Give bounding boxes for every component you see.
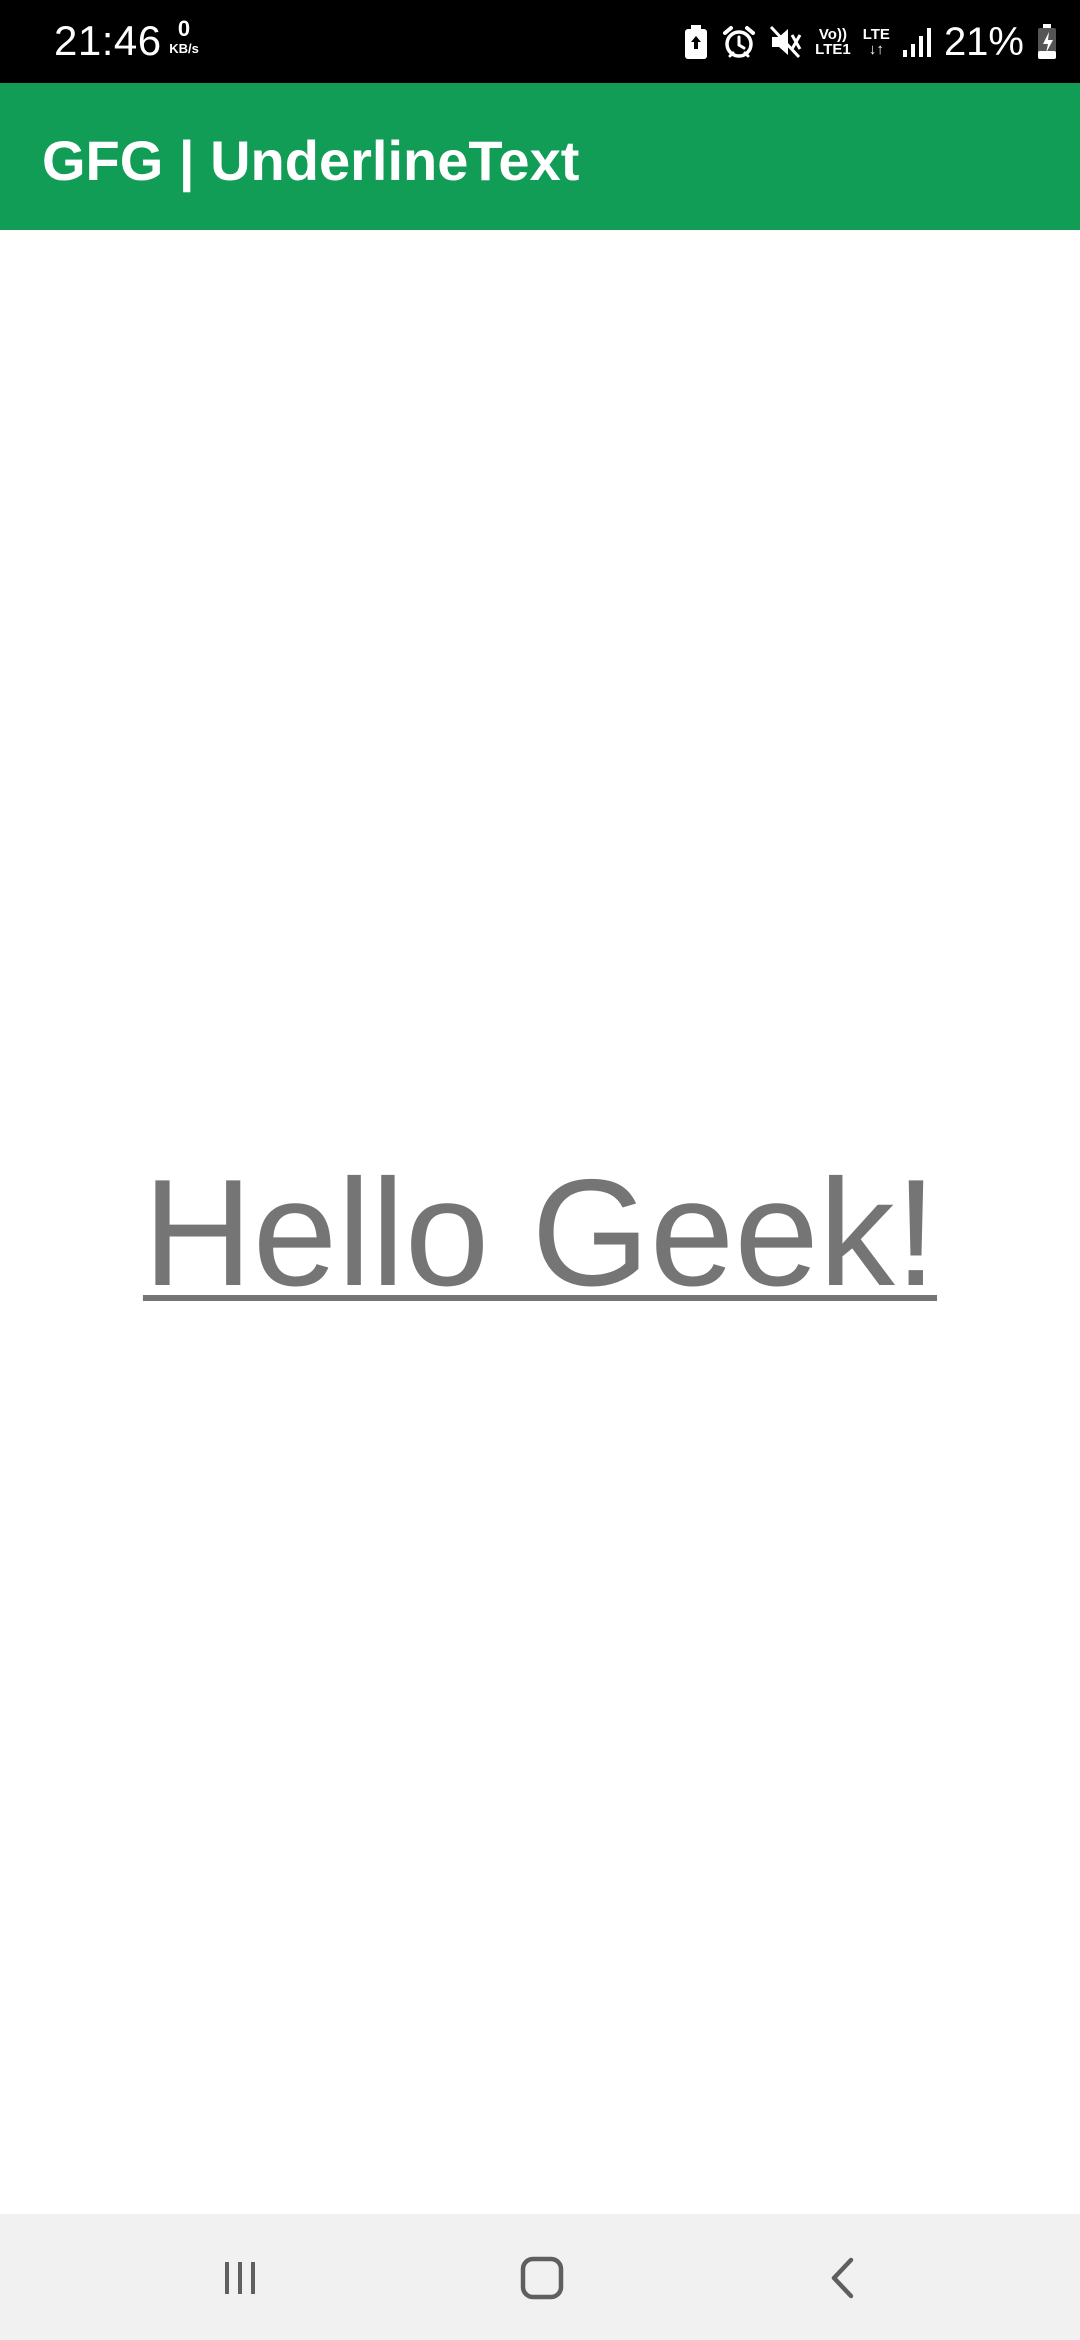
- back-button[interactable]: [804, 2238, 884, 2318]
- status-icons: Vo)) LTE1 LTE ↓↑ 21%: [683, 0, 1058, 83]
- battery-saver-icon: [683, 24, 709, 60]
- back-icon: [831, 2257, 854, 2299]
- data-speed: 0 KB/s: [164, 16, 204, 56]
- recent-apps-button[interactable]: [200, 2238, 280, 2318]
- status-time: 21:46: [54, 17, 162, 64]
- status-bar: 21:46 0 KB/s Vo)) LTE1 LTE ↓↑ 21%: [0, 0, 1080, 83]
- home-icon: [520, 2256, 564, 2300]
- underlined-text: Hello Geek!: [142, 1148, 938, 1318]
- data-speed-value: 0: [177, 16, 191, 41]
- app-bar: GFG | UnderlineText: [0, 83, 1080, 230]
- lte1-label: LTE1: [815, 40, 851, 58]
- signal-icon: [902, 26, 932, 58]
- main-content: Hello Geek!: [0, 230, 1080, 2214]
- lte-data-icon: LTE ↓↑: [862, 25, 890, 58]
- recent-apps-icon: [225, 2262, 255, 2294]
- battery-charging-icon: [1036, 23, 1058, 61]
- data-speed-unit: KB/s: [169, 41, 199, 56]
- battery-percent: 21%: [943, 19, 1024, 64]
- home-button[interactable]: [502, 2238, 582, 2318]
- app-title: GFG | UnderlineText: [42, 129, 580, 192]
- mute-icon: [769, 24, 803, 60]
- alarm-icon: [721, 24, 757, 60]
- volte-icon: Vo)) LTE1: [815, 27, 851, 57]
- navigation-bar: [0, 2214, 1080, 2340]
- app-screen: 21:46 0 KB/s Vo)) LTE1 LTE ↓↑ 21% GFG | …: [0, 0, 1080, 2340]
